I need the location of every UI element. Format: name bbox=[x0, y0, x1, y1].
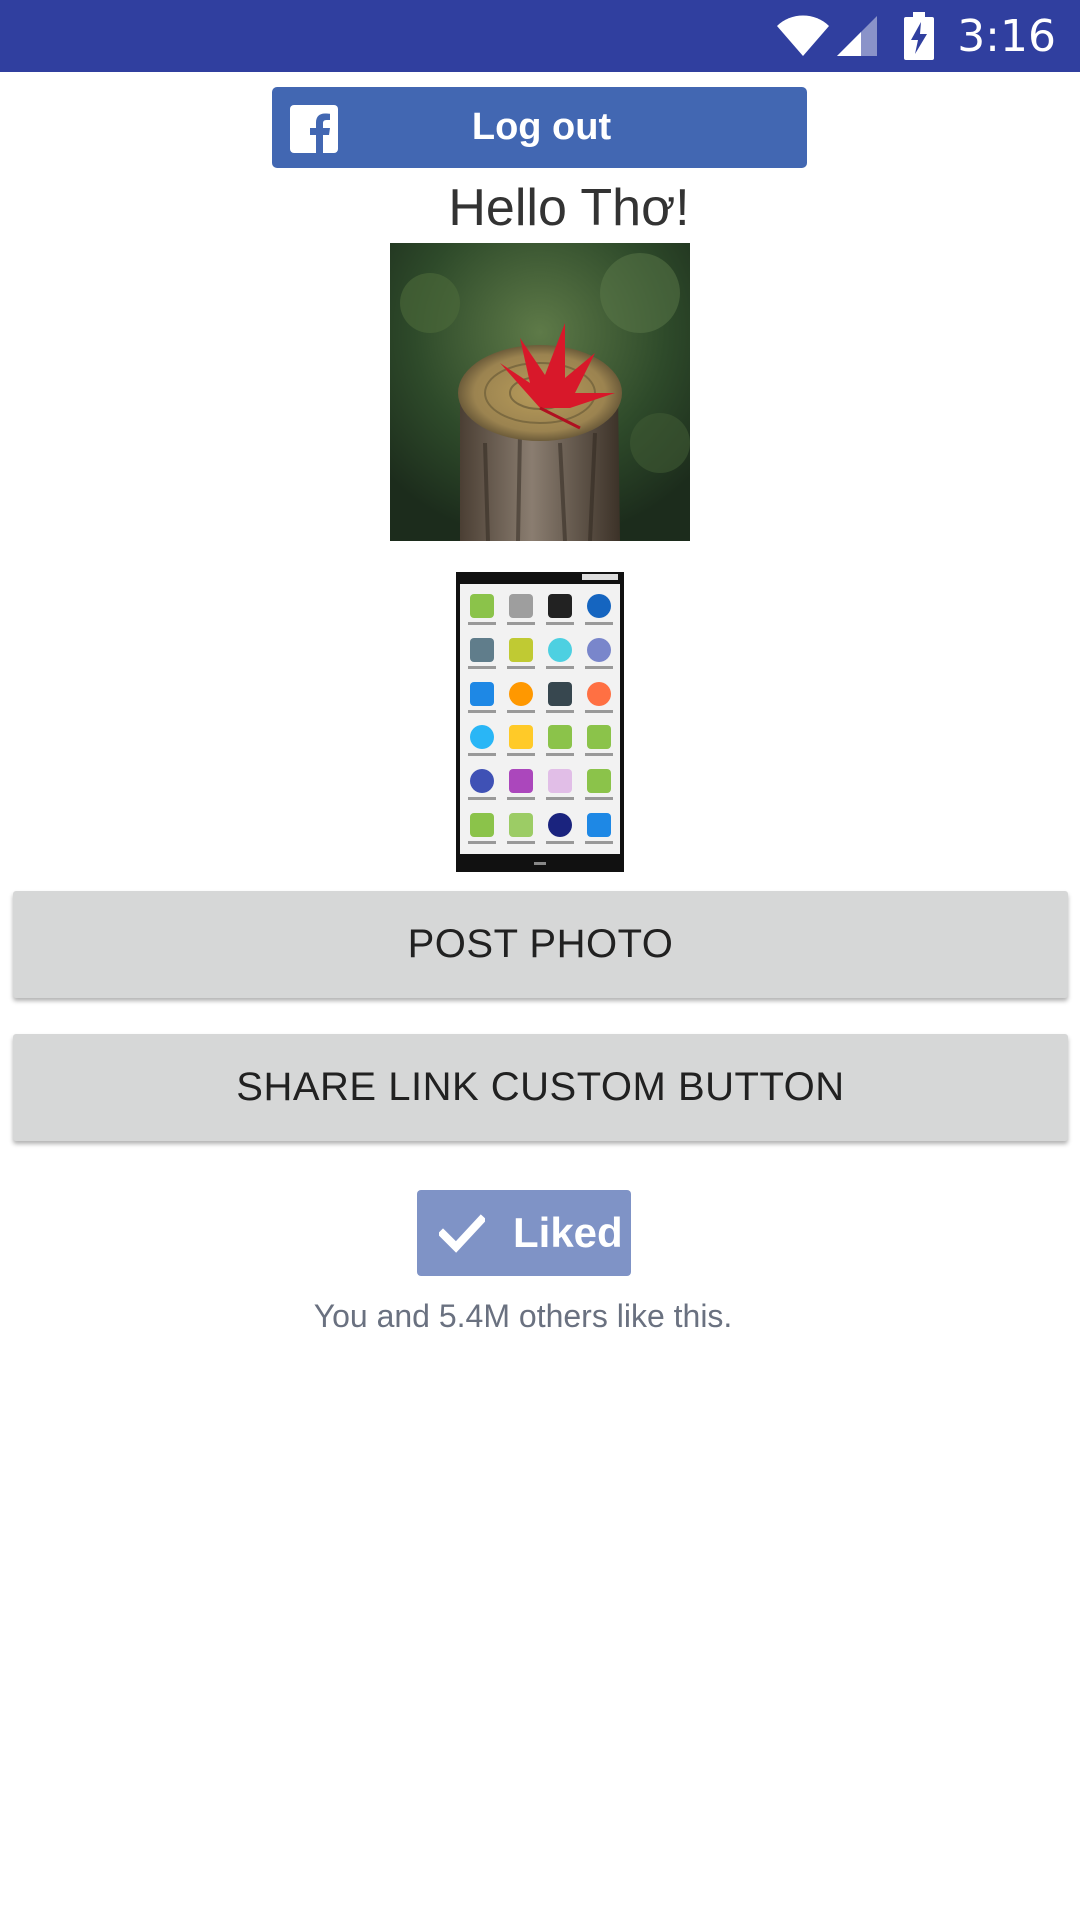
post-photo-button[interactable]: POST PHOTO bbox=[13, 891, 1068, 998]
thumb-app bbox=[501, 675, 540, 719]
thumb-app bbox=[540, 588, 579, 632]
thumb-app bbox=[579, 806, 618, 850]
share-link-button[interactable]: SHARE LINK CUSTOM BUTTON bbox=[13, 1034, 1068, 1141]
facebook-icon bbox=[290, 105, 338, 153]
status-bar: 3:16 bbox=[0, 0, 1080, 72]
battery-charging-icon bbox=[904, 12, 935, 60]
thumb-app bbox=[540, 719, 579, 763]
like-button[interactable]: Liked bbox=[417, 1190, 631, 1276]
status-icons: 3:16 bbox=[775, 0, 1080, 72]
status-time: 3:16 bbox=[957, 10, 1056, 62]
thumb-app bbox=[501, 806, 540, 850]
thumb-app bbox=[501, 588, 540, 632]
like-social-sentence: You and 5.4M others like this. bbox=[313, 1298, 733, 1334]
thumb-app bbox=[579, 719, 618, 763]
thumb-app bbox=[579, 588, 618, 632]
thumb-app bbox=[579, 632, 618, 676]
wifi-icon bbox=[777, 15, 830, 56]
thumbnail-status-bar bbox=[582, 574, 618, 580]
screenshot-thumbnail bbox=[456, 572, 624, 872]
checkmark-icon bbox=[439, 1214, 485, 1253]
thumb-app bbox=[540, 763, 579, 807]
thumb-app bbox=[579, 763, 618, 807]
thumb-app bbox=[462, 763, 501, 807]
thumb-app bbox=[501, 763, 540, 807]
thumb-app bbox=[579, 675, 618, 719]
thumb-app bbox=[501, 632, 540, 676]
greeting-text: Hello Thơ! bbox=[448, 179, 690, 237]
thumb-app bbox=[462, 632, 501, 676]
thumb-app bbox=[462, 675, 501, 719]
thumb-app bbox=[501, 719, 540, 763]
thumbnail-page-indicator bbox=[534, 862, 546, 865]
thumb-app bbox=[540, 632, 579, 676]
logout-label: Log out bbox=[471, 106, 612, 148]
thumb-app bbox=[540, 806, 579, 850]
profile-picture bbox=[390, 243, 690, 541]
thumb-app bbox=[540, 675, 579, 719]
thumbnail-screen bbox=[460, 584, 620, 854]
like-label: Liked bbox=[513, 1209, 623, 1256]
cell-signal-icon bbox=[837, 16, 878, 56]
thumb-app bbox=[462, 719, 501, 763]
facebook-logout-button[interactable]: Log out bbox=[272, 87, 807, 168]
thumb-app bbox=[462, 806, 501, 850]
thumb-app bbox=[462, 588, 501, 632]
